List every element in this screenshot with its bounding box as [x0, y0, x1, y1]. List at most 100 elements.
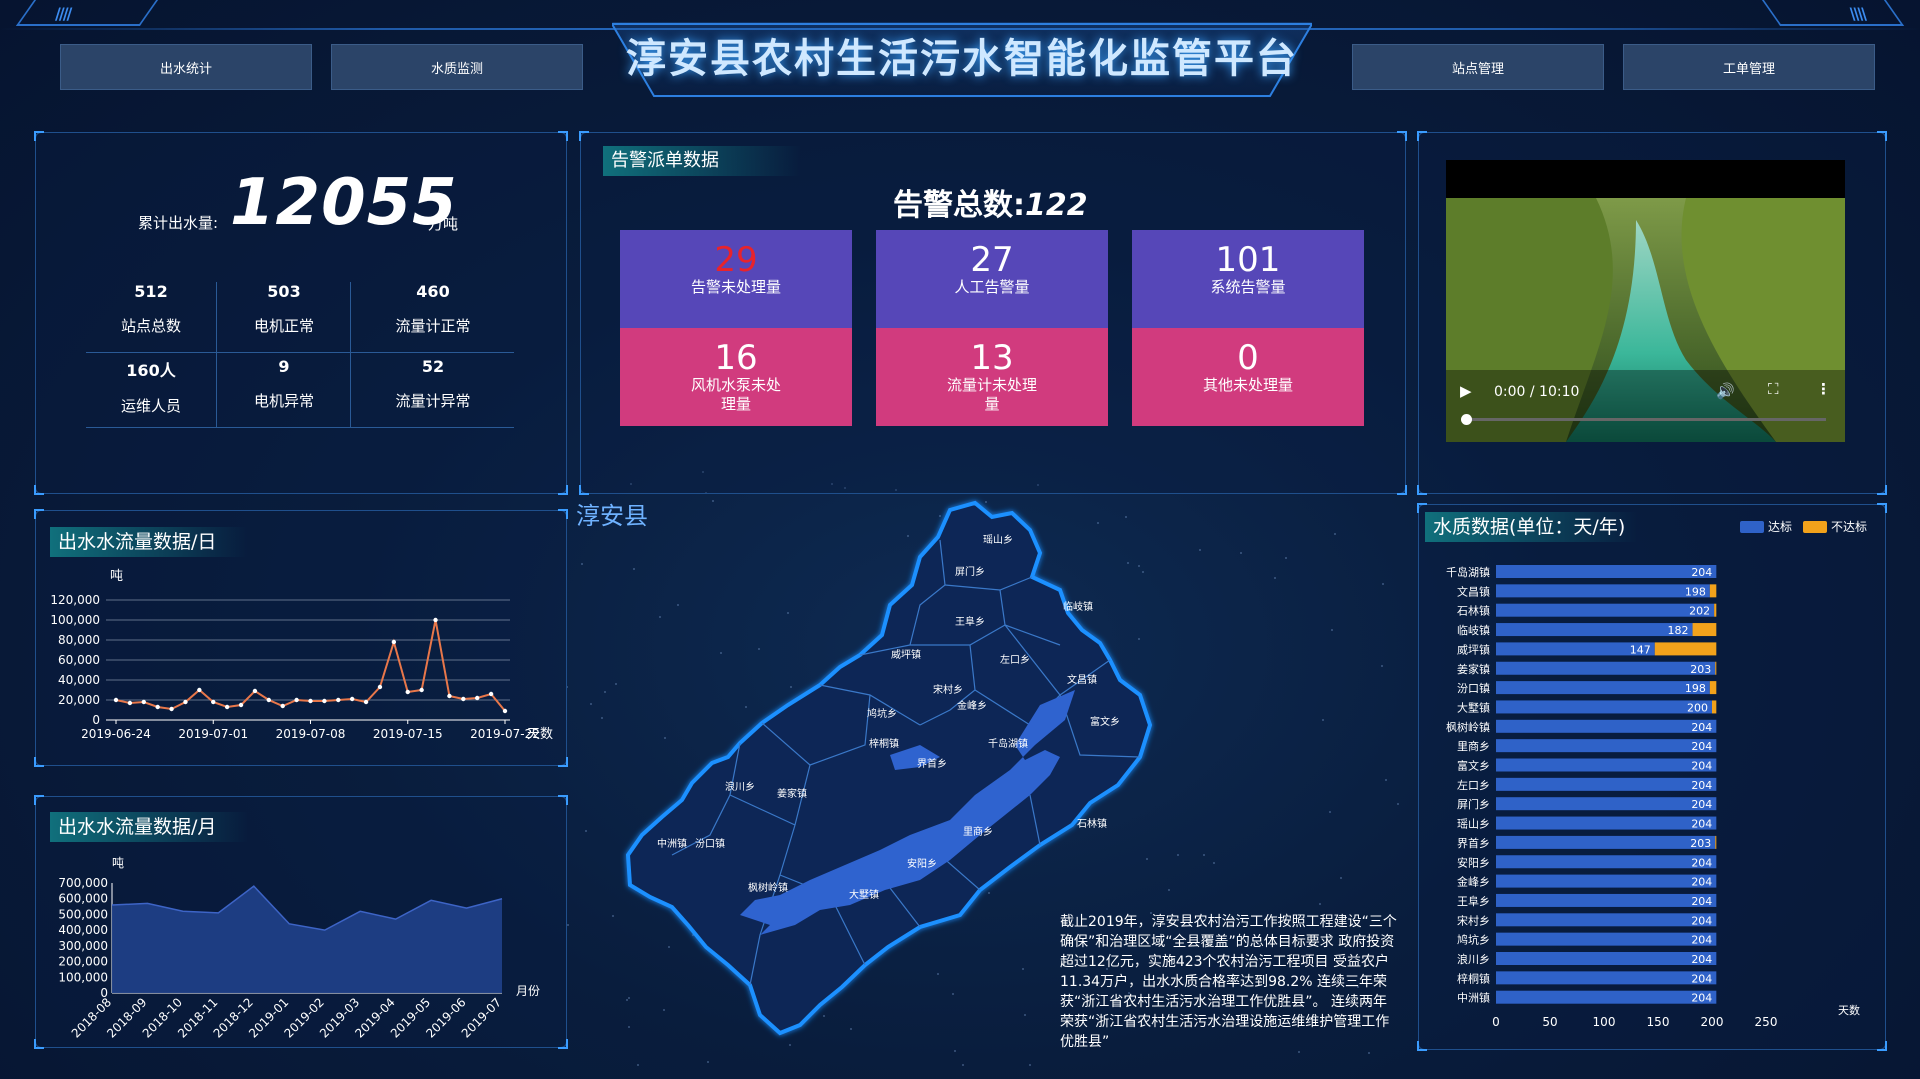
daily-flow-point [461, 696, 466, 702]
bar-value-label: 204 [1691, 566, 1712, 579]
alarm-box-unprocessed[interactable]: 29 告警未处理量 [620, 230, 852, 328]
bar-value-label: 204 [1691, 953, 1712, 966]
category-label: 文昌镇 [1457, 584, 1490, 598]
alarm-box-other-unprocessed[interactable]: 0 其他未处理量 [1132, 328, 1364, 426]
legend-fail-label: 不达标 [1831, 520, 1868, 534]
nav-button-outflow-stats[interactable]: 出水统计 [60, 44, 312, 90]
county-description: 截止2019年，淳安县农村治污工作按照工程建设“三个确保”和治理区域“全县覆盖”… [1060, 914, 1397, 1050]
fullscreen-icon[interactable]: ⛶ [1768, 380, 1779, 398]
star [1367, 1051, 1370, 1054]
bar-fail [1714, 603, 1717, 617]
bar-value-label: 204 [1691, 760, 1712, 773]
y-tick-label: 20,000 [58, 693, 100, 707]
daily-flow-point [488, 691, 494, 697]
map-town-label: 文昌镇 [1067, 673, 1097, 686]
bar-pass [1496, 661, 1716, 675]
daily-flow-point [169, 706, 174, 712]
more-options-icon[interactable]: ⋮ [1816, 380, 1831, 398]
bar-pass [1496, 797, 1717, 811]
monthly-flow-area [112, 886, 502, 993]
alarm-box-manual[interactable]: 27 人工告警量 [876, 230, 1108, 328]
x-tick-label: 0 [1492, 1015, 1500, 1029]
star [1330, 628, 1333, 631]
x-tick-label: 100 [1593, 1015, 1616, 1029]
stat-flowmeter-abnormal: 52 流量计异常 [368, 357, 498, 411]
stat-value: 512 [134, 282, 168, 301]
header-corner-right [1761, 0, 1905, 26]
stat-maintenance-staff: 160人 运维人员 [86, 357, 216, 416]
bar-value-label: 147 [1630, 643, 1651, 656]
alarm-box-value: 13 [970, 338, 1014, 378]
x-tick-label: 2019-07-01 [178, 727, 248, 741]
video-player[interactable]: ▶ 0:00 / 10:10 🔊 ⛶ ⋮ [1446, 160, 1845, 442]
y-tick-label: 100,000 [58, 970, 108, 984]
y-tick-label: 100,000 [50, 613, 100, 627]
bar-pass [1496, 584, 1710, 598]
stat-value: 460 [416, 282, 450, 301]
bar-fail [1712, 700, 1717, 714]
total-outflow-label: 累计出水量: [138, 214, 219, 232]
y-axis-unit: 吨 [112, 856, 124, 870]
star [1239, 551, 1242, 554]
video-progress-handle[interactable] [1461, 414, 1472, 425]
bar-pass [1496, 758, 1717, 772]
alarm-panel-title: 告警派单数据 [603, 146, 801, 176]
daily-flow-point [127, 700, 133, 706]
daily-flow-point [155, 704, 160, 710]
bar-pass [1496, 603, 1715, 617]
category-label: 金峰乡 [1457, 875, 1490, 889]
star [1385, 778, 1388, 781]
bar-value-label: 204 [1691, 818, 1712, 831]
nav-button-work-order-management[interactable]: 工单管理 [1623, 44, 1875, 90]
category-label: 界首乡 [1457, 836, 1490, 850]
play-icon[interactable]: ▶ [1460, 382, 1472, 400]
daily-flow-point [224, 704, 230, 710]
y-tick-label: 60,000 [58, 653, 100, 667]
map-town-label: 大墅镇 [849, 888, 879, 901]
y-tick-label: 700,000 [58, 876, 108, 890]
bar-value-label: 204 [1691, 779, 1712, 792]
alarm-total-value: 122 [1025, 188, 1088, 223]
map-town-label: 梓桐镇 [869, 737, 899, 750]
daily-flow-point [113, 697, 119, 703]
alarm-box-pump-unprocessed[interactable]: 16 风机水泵未处理量 [620, 328, 852, 426]
bar-pass [1496, 893, 1717, 907]
category-label: 威坪镇 [1457, 642, 1490, 656]
bar-value-label: 204 [1691, 876, 1712, 889]
map-town-label: 里商乡 [963, 825, 993, 838]
category-label: 屏门乡 [1457, 797, 1490, 811]
star [1318, 903, 1321, 906]
y-tick-label: 120,000 [50, 593, 100, 607]
stat-label: 运维人员 [120, 397, 181, 415]
bar-value-label: 202 [1689, 605, 1710, 618]
daily-flow-point [183, 699, 188, 705]
nav-button-water-quality[interactable]: 水质监测 [331, 44, 583, 90]
category-label: 安阳乡 [1457, 855, 1490, 869]
map-town-label: 浪川乡 [725, 780, 755, 793]
category-label: 里商乡 [1457, 739, 1490, 753]
daily-flow-line [115, 619, 506, 712]
x-axis-unit: 天数 [1838, 1004, 1860, 1017]
bar-value-label: 204 [1691, 798, 1712, 811]
alarm-box-value: 16 [714, 338, 758, 378]
alarm-total-label: 告警总数: [893, 188, 1025, 223]
volume-icon[interactable]: 🔊 [1716, 382, 1735, 400]
y-tick-label: 40,000 [58, 673, 100, 687]
x-tick-label: 2019-06-24 [81, 727, 151, 741]
alarm-box-value: 29 [714, 240, 758, 280]
map-town-label: 安阳乡 [907, 857, 937, 870]
legend-pass: 达标 [1740, 518, 1792, 535]
stat-label: 流量计正常 [395, 317, 471, 335]
bar-pass [1496, 932, 1717, 946]
video-progress-track[interactable] [1466, 418, 1826, 421]
water-quality-chart: 千岛湖镇 204 文昌镇 198 石林镇 202 临岐镇 182 威坪镇 147 姜家镇 203 汾口镇… [1446, 565, 1860, 1029]
category-label: 千岛湖镇 [1446, 565, 1490, 579]
alarm-box-system[interactable]: 101 系统告警量 [1132, 230, 1364, 328]
alarm-box-flowmeter-unprocessed[interactable]: 13 流量计未处理量 [876, 328, 1108, 426]
bar-value-label: 204 [1691, 972, 1712, 985]
stat-value: 160人 [126, 361, 176, 380]
nav-button-station-management[interactable]: 站点管理 [1352, 44, 1604, 90]
bar-value-label: 204 [1691, 934, 1712, 947]
category-label: 梓桐镇 [1457, 971, 1490, 985]
daily-flow-point [405, 689, 410, 695]
